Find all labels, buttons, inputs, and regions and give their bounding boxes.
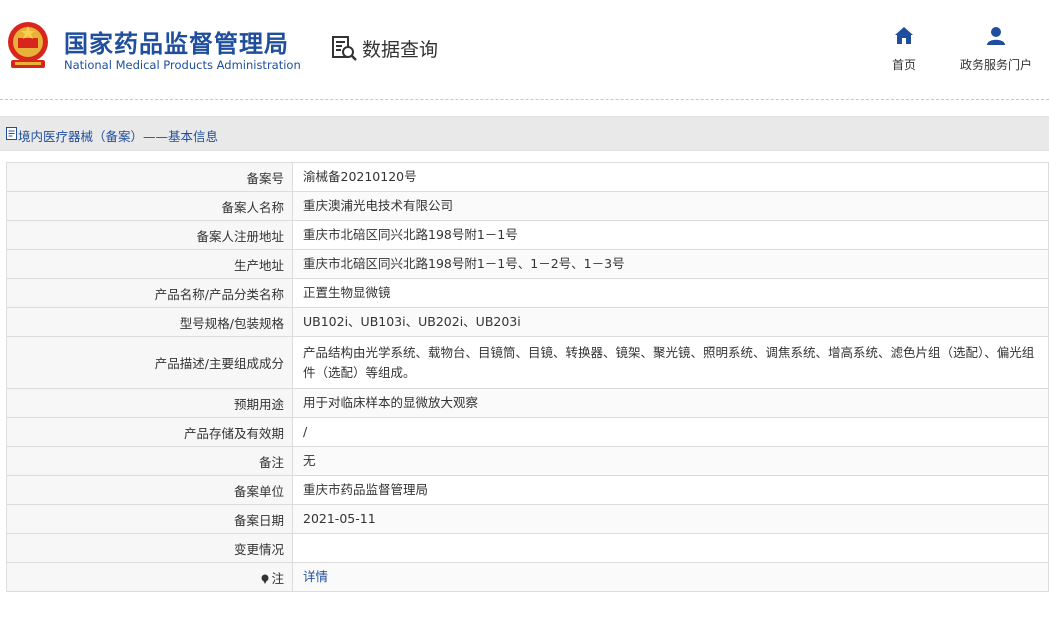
field-label: 备案日期 bbox=[6, 504, 293, 534]
search-document-icon bbox=[332, 36, 357, 61]
org-name-en: National Medical Products Administration bbox=[64, 58, 301, 72]
field-value: 渝械备20210120号 bbox=[292, 162, 1049, 192]
field-label: 产品名称/产品分类名称 bbox=[6, 278, 293, 308]
field-value bbox=[292, 533, 1049, 563]
nav-service-portal-label: 政务服务门户 bbox=[959, 58, 1032, 72]
field-label: 备案人名称 bbox=[6, 191, 293, 221]
table-row: 备案日期 2021-05-11 bbox=[6, 504, 1049, 534]
section-title-text: 数据查询 bbox=[362, 38, 439, 61]
field-value: 重庆市北碚区同兴北路198号附1－1号 bbox=[292, 220, 1049, 250]
table-row: 备案号 渝械备20210120号 bbox=[6, 162, 1049, 192]
field-label: 备案单位 bbox=[6, 475, 293, 505]
field-value: 无 bbox=[292, 446, 1049, 476]
record-table: 备案号 渝械备20210120号 备案人名称 重庆澳浦光电技术有限公司 备案人注… bbox=[6, 162, 1049, 592]
table-row: 型号规格/包装规格 UB102i、UB103i、UB202i、UB203i bbox=[6, 307, 1049, 337]
table-row: 备案单位 重庆市药品监督管理局 bbox=[6, 475, 1049, 505]
org-name-cn: 国家药品监督管理局 bbox=[64, 30, 289, 58]
field-label: 备案人注册地址 bbox=[6, 220, 293, 250]
breadcrumb-text: 境内医疗器械（备案）——基本信息 bbox=[18, 129, 219, 144]
home-icon bbox=[895, 27, 913, 44]
field-value: 重庆澳浦光电技术有限公司 bbox=[292, 191, 1049, 221]
national-emblem-icon bbox=[8, 22, 48, 68]
field-value: UB102i、UB103i、UB202i、UB203i bbox=[292, 307, 1049, 337]
table-row: 注 详情 bbox=[6, 562, 1049, 592]
field-label: 备注 bbox=[6, 446, 293, 476]
table-row: 备注 无 bbox=[6, 446, 1049, 476]
section-title: 数据查询 bbox=[330, 33, 438, 63]
field-label-text: 注 bbox=[271, 570, 284, 586]
user-icon bbox=[987, 27, 1005, 45]
field-label-note: 注 bbox=[6, 562, 293, 592]
field-label: 产品描述/主要组成成分 bbox=[6, 336, 293, 389]
field-value: 正置生物显微镜 bbox=[292, 278, 1049, 308]
table-row: 预期用途 用于对临床样本的显微放大观察 bbox=[6, 388, 1049, 418]
field-label: 产品存储及有效期 bbox=[6, 417, 293, 447]
field-label: 预期用途 bbox=[6, 388, 293, 418]
nav-home-label: 首页 bbox=[891, 58, 916, 72]
details-link[interactable]: 详情 bbox=[303, 569, 328, 584]
nav-service-portal[interactable]: 政务服务门户 bbox=[950, 26, 1042, 73]
table-row: 生产地址 重庆市北碚区同兴北路198号附1－1号、1－2号、1－3号 bbox=[6, 249, 1049, 279]
field-value: 详情 bbox=[292, 562, 1049, 592]
breadcrumb: 境内医疗器械（备案）——基本信息 bbox=[0, 116, 1049, 151]
document-icon bbox=[6, 127, 17, 140]
field-value: 重庆市北碚区同兴北路198号附1－1号、1－2号、1－3号 bbox=[292, 249, 1049, 279]
field-label: 变更情况 bbox=[6, 533, 293, 563]
field-label: 备案号 bbox=[6, 162, 293, 192]
table-row: 备案人名称 重庆澳浦光电技术有限公司 bbox=[6, 191, 1049, 221]
field-value: / bbox=[292, 417, 1049, 447]
field-value: 重庆市药品监督管理局 bbox=[292, 475, 1049, 505]
table-row: 产品描述/主要组成成分 产品结构由光学系统、载物台、目镜筒、目镜、转换器、镜架、… bbox=[6, 336, 1049, 389]
field-value: 2021-05-11 bbox=[292, 504, 1049, 534]
header-divider bbox=[0, 99, 1049, 101]
table-row: 备案人注册地址 重庆市北碚区同兴北路198号附1－1号 bbox=[6, 220, 1049, 250]
nav-home[interactable]: 首页 bbox=[884, 26, 924, 73]
field-label: 生产地址 bbox=[6, 249, 293, 279]
pin-icon bbox=[261, 574, 269, 584]
table-row: 产品名称/产品分类名称 正置生物显微镜 bbox=[6, 278, 1049, 308]
field-value: 用于对临床样本的显微放大观察 bbox=[292, 388, 1049, 418]
table-row: 产品存储及有效期 / bbox=[6, 417, 1049, 447]
site-header: 国家药品监督管理局 National Medical Products Admi… bbox=[0, 0, 1049, 100]
field-label: 型号规格/包装规格 bbox=[6, 307, 293, 337]
field-value: 产品结构由光学系统、载物台、目镜筒、目镜、转换器、镜架、聚光镜、照明系统、调焦系… bbox=[292, 336, 1049, 389]
table-row: 变更情况 bbox=[6, 533, 1049, 563]
